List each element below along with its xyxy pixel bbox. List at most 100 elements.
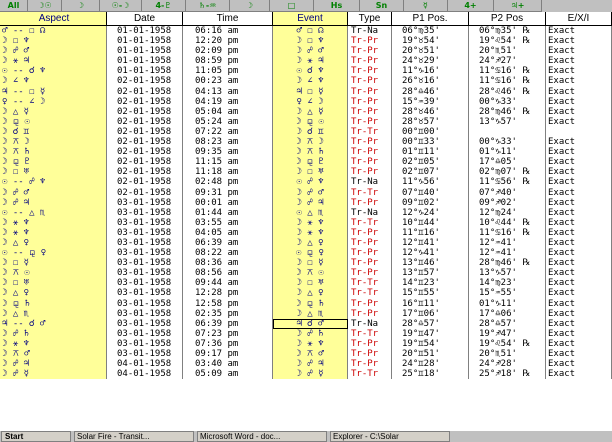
table-row[interactable]: ☽ ☍ ♃ 04-01-1958 03:40 am ☽ ☍ ♃ Tr-Pr 24°♊28'… bbox=[0, 359, 612, 370]
taskbar-item[interactable]: Explorer - C:\Solar bbox=[330, 431, 450, 442]
aspect-cell: ☉ -- ☍ ♆ bbox=[0, 177, 107, 188]
col-date-header[interactable]: Date bbox=[107, 12, 183, 25]
event-cell: ♃ ☌ ♂ bbox=[273, 318, 348, 329]
toolbar-filter-button[interactable]: Hs bbox=[314, 0, 360, 12]
p1-position-cell: 00°♊33' bbox=[392, 137, 469, 148]
time-cell: 06:16 am bbox=[183, 26, 273, 37]
table-row[interactable]: ☽ ☐ ♆ 01-01-1958 12:20 pm ☽ ☐ ♆ Tr-Pr 19°♉54'… bbox=[0, 36, 612, 47]
p2-position-cell: 12°♒41' bbox=[469, 248, 546, 259]
time-cell: 03:55 am bbox=[183, 217, 273, 228]
table-row[interactable]: ☉ -- ⚼ ♀ 03-01-1958 08:22 am ☉ ⚼ ♀ Tr-Pr 12°♑… bbox=[0, 248, 612, 259]
table-row[interactable]: ☽ ⚼ ♄ 03-01-1958 12:58 pm ☽ ⚼ ♄ Tr-Pr 16°♊11'… bbox=[0, 298, 612, 309]
time-cell: 08:22 am bbox=[183, 248, 273, 259]
type-cell: Tr-Pr bbox=[348, 96, 392, 107]
table-row[interactable]: ☽ ⚻ ♂ 03-01-1958 09:17 pm ☽ ⚻ ♂ Tr-Pr 20°♊51'… bbox=[0, 349, 612, 360]
table-row[interactable]: ☽ ⚹ ♃ 01-01-1958 08:59 pm ☽ ⚹ ♃ Tr-Pr 24°♉29'… bbox=[0, 56, 612, 67]
table-row[interactable]: ☽ ⚹ ♆ 03-01-1958 07:36 pm ☽ ⚹ ♆ Tr-Pr 19°♊54'… bbox=[0, 338, 612, 349]
table-row[interactable]: ☽ ⚼ ♇ 02-01-1958 11:15 am ☽ ⚼ ♇ Tr-Pr 02°♊05'… bbox=[0, 157, 612, 168]
table-row[interactable]: ☽ ☌ ♊ 02-01-1958 07:22 am ☽ ☌ ♊ Tr-Tr 00°♊00' bbox=[0, 126, 612, 138]
p1-position-cell: 17°♊06' bbox=[392, 308, 469, 319]
time-cell: 11:18 am bbox=[183, 167, 273, 178]
aspect-cell: ☽ ⚹ ♆ bbox=[0, 217, 107, 228]
table-row[interactable]: ☽ ☍ ♂ 02-01-1958 09:31 pm ☽ ☍ ♂ Tr-Tr 07°♊40'… bbox=[0, 187, 612, 198]
table-row[interactable]: ☽ ☐ ♅ 03-01-1958 09:44 am ☽ ☐ ♅ Tr-Tr 14°♊23'… bbox=[0, 278, 612, 289]
start-button[interactable]: Start bbox=[1, 431, 71, 442]
aspect-cell: ☽ ☍ ♂ bbox=[0, 46, 107, 57]
col-type-header[interactable]: Type bbox=[348, 12, 392, 25]
aspect-grid: Aspect Date Time Event Type P1 Pos. P2 P… bbox=[0, 12, 612, 430]
toolbar-filter-button[interactable]: ☉-☽ bbox=[100, 0, 142, 12]
exact-cell: Exact bbox=[546, 298, 612, 309]
table-row[interactable]: ☽ ⚹ ♆ 03-01-1958 04:05 am ☽ ⚹ ♆ Tr-Pr 11°♊16'… bbox=[0, 227, 612, 238]
table-row[interactable]: ☽ ☍ ♃ 03-01-1958 00:01 am ☽ ☍ ♃ Tr-Pr 09°♊02'… bbox=[0, 197, 612, 208]
taskbar-item[interactable]: Solar Fire - Transit... bbox=[74, 431, 194, 442]
table-row[interactable]: ☽ ⚻ ☽ 02-01-1958 08:23 am ☽ ⚻ ☽ Tr-Pr 00°♊33'… bbox=[0, 137, 612, 148]
toolbar-filter-button[interactable]: Sn bbox=[360, 0, 404, 12]
event-cell: ☽ ☐ ☿ bbox=[273, 258, 348, 269]
toolbar-filter-button[interactable]: ☿ bbox=[404, 0, 448, 12]
col-time-header[interactable]: Time bbox=[183, 12, 273, 25]
exact-cell: Exact bbox=[546, 217, 612, 228]
table-row[interactable]: ☉ -- ☌ ♆ 01-01-1958 11:05 pm ☉ ☌ ♆ Tr-Pr 11°♑… bbox=[0, 66, 612, 77]
table-row[interactable]: ☽ △ ♏ 03-01-1958 02:35 pm ☽ △ ♏ Tr-Pr 17°♊06'… bbox=[0, 308, 612, 319]
time-cell: 04:13 am bbox=[183, 86, 273, 97]
taskbar-item[interactable]: Microsoft Word - doc... bbox=[197, 431, 327, 442]
p2-position-cell: 24°♐27' bbox=[469, 56, 546, 67]
toolbar-filter-button[interactable]: 4-♇ bbox=[142, 0, 186, 12]
exact-cell: Exact bbox=[546, 76, 612, 87]
p1-position-cell: 19°♊47' bbox=[392, 328, 469, 339]
table-row[interactable]: ☽ ☐ ♅ 02-01-1958 11:18 am ☽ ☐ ♅ Tr-Pr 02°♊07'… bbox=[0, 167, 612, 178]
table-row[interactable]: ♂ -- ☐ ☊ 01-01-1958 06:16 am ♂ ☐ ☊ Tr-Na 06°♍… bbox=[0, 26, 612, 37]
type-cell: Tr-Na bbox=[348, 207, 392, 218]
table-row[interactable]: ☽ ☍ ☿ 04-01-1958 05:09 am ☽ ☍ ☿ Tr-Tr 25°♊18'… bbox=[0, 369, 612, 380]
toolbar-filter-button[interactable]: All bbox=[0, 0, 28, 12]
p1-position-cell: 15°♊55' bbox=[392, 288, 469, 299]
col-p2-header[interactable]: P2 Pos bbox=[469, 12, 546, 25]
table-row[interactable]: ☽ ∠ ♆ 02-01-1958 00:23 am ☽ ∠ ♆ Tr-Pr 26°♉16'… bbox=[0, 76, 612, 87]
table-row[interactable]: ☽ △ ♀ 03-01-1958 12:28 pm ☽ △ ♀ Tr-Tr 15°♊55'… bbox=[0, 288, 612, 299]
col-event-header[interactable]: Event bbox=[273, 12, 348, 25]
table-row[interactable]: ☽ ☍ ♄ 03-01-1958 07:23 pm ☽ ☍ ♄ Tr-Tr 19°♊47'… bbox=[0, 328, 612, 339]
table-row[interactable]: ♃ -- ☐ ☿ 02-01-1958 04:13 am ♃ ☐ ☿ Tr-Pr 28°♎… bbox=[0, 86, 612, 97]
toolbar-filter-button[interactable]: ☽☉ bbox=[28, 0, 62, 12]
date-cell: 02-01-1958 bbox=[107, 167, 183, 178]
date-cell: 02-01-1958 bbox=[107, 106, 183, 117]
table-row[interactable]: ☽ △ ☿ 02-01-1958 05:04 am ☽ △ ☿ Tr-Pr 28°♉46'… bbox=[0, 106, 612, 117]
p1-position-cell: 12°♑24' bbox=[392, 207, 469, 218]
p2-position-cell: 20°♏51' bbox=[469, 349, 546, 360]
toolbar-filter-button[interactable]: ♄-♒ bbox=[186, 0, 230, 12]
table-row[interactable]: ♃ -- ☌ ♂ 03-01-1958 06:39 pm ♃ ☌ ♂ Tr-Na 28°♎… bbox=[0, 318, 612, 329]
date-cell: 03-01-1958 bbox=[107, 258, 183, 269]
table-row[interactable]: ☽ ⚻ ♄ 02-01-1958 09:35 am ☽ ⚻ ♄ Tr-Pr 01°♊11'… bbox=[0, 147, 612, 158]
table-row[interactable]: ☽ △ ♀ 03-01-1958 06:39 am ☽ △ ♀ Tr-Pr 12°♊41'… bbox=[0, 237, 612, 249]
p1-position-cell: 11°♑16' bbox=[392, 66, 469, 77]
p2-position-cell: 11°♋16' ℞ bbox=[469, 76, 546, 87]
table-row[interactable]: ☽ ⚼ ☉ 02-01-1958 05:24 am ☽ ⚼ ☉ Tr-Pr 28°♉57'… bbox=[0, 116, 612, 127]
type-cell: Tr-Pr bbox=[348, 66, 392, 77]
col-p1-header[interactable]: P1 Pos. bbox=[392, 12, 469, 25]
aspect-cell: ☽ ☐ ☿ bbox=[0, 258, 107, 269]
type-cell: Tr-Pr bbox=[348, 298, 392, 309]
toolbar-filter-button[interactable]: ☽ bbox=[230, 0, 270, 12]
type-cell: Tr-Tr bbox=[348, 187, 392, 198]
exact-cell: Exact bbox=[546, 116, 612, 127]
exact-cell: Exact bbox=[546, 56, 612, 67]
toolbar-filter-button[interactable]: 4+ bbox=[448, 0, 494, 12]
col-exact-header[interactable]: E/X/I bbox=[546, 12, 612, 25]
table-row[interactable]: ♀ -- ∠ ☽ 02-01-1958 04:19 am ♀ ∠ ☽ Tr-Pr 15°♒… bbox=[0, 96, 612, 107]
toolbar-filter-button[interactable]: ♃+ bbox=[494, 0, 542, 12]
toolbar-filter-button[interactable]: ☽ bbox=[62, 0, 100, 12]
table-row[interactable]: ☉ -- ☍ ♆ 02-01-1958 02:48 pm ☉ ☍ ♆ Tr-Na 11°♑… bbox=[0, 177, 612, 188]
table-row[interactable]: ☽ ⚹ ♆ 03-01-1958 03:55 am ☽ ⚹ ♆ Tr-Tr 10°♊44'… bbox=[0, 217, 612, 228]
p2-position-cell: 01°♑11' bbox=[469, 298, 546, 309]
table-row[interactable]: ☽ ☍ ♂ 01-01-1958 02:09 pm ☽ ☍ ♂ Tr-Pr 20°♉51'… bbox=[0, 46, 612, 57]
table-row[interactable]: ☽ ⚻ ☉ 03-01-1958 08:56 am ☽ ⚻ ☉ Tr-Pr 13°♊57'… bbox=[0, 268, 612, 279]
date-cell: 03-01-1958 bbox=[107, 268, 183, 279]
p1-position-cell: 11°♑56' bbox=[392, 177, 469, 188]
table-row[interactable]: ☽ ☐ ☿ 03-01-1958 08:36 am ☽ ☐ ☿ Tr-Pr 13°♊46'… bbox=[0, 258, 612, 269]
table-row[interactable]: ☉ -- △ ♏ 03-01-1958 01:44 am ☉ △ ♏ Tr-Na 12°♑… bbox=[0, 207, 612, 218]
toolbar-filter-button[interactable]: □ bbox=[270, 0, 314, 12]
date-cell: 02-01-1958 bbox=[107, 96, 183, 107]
col-aspect-header[interactable]: Aspect bbox=[0, 12, 107, 25]
type-cell: Tr-Pr bbox=[348, 167, 392, 178]
